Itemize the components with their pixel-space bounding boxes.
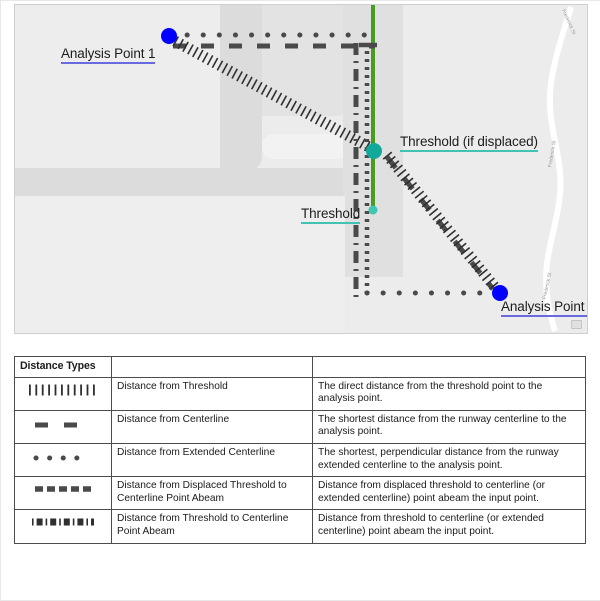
table-header-row: Distance Types bbox=[14, 356, 586, 378]
symbol-thick-short-dash bbox=[20, 480, 106, 498]
table-row: Distance from Extended Centerline The sh… bbox=[14, 442, 586, 478]
table-row: Distance from Displaced Threshold to Cen… bbox=[14, 476, 586, 511]
label-analysis-point-2: Analysis Point 2 bbox=[501, 299, 587, 317]
symbol-dense-tick-hatch bbox=[20, 381, 106, 399]
row-description: Distance from displaced threshold to cen… bbox=[312, 476, 586, 511]
symbol-dash-dot-tick bbox=[20, 513, 106, 531]
row-name: Distance from Displaced Threshold to Cen… bbox=[111, 476, 313, 511]
label-analysis-point-1-text: Analysis Point 1 bbox=[61, 46, 156, 64]
row-description: The direct distance from the threshold p… bbox=[312, 376, 586, 411]
row-name: Distance from Extended Centerline bbox=[111, 442, 313, 478]
apron-mid bbox=[262, 50, 350, 116]
symbol-long-dash bbox=[20, 414, 106, 436]
taxiway-horizontal bbox=[15, 168, 345, 196]
ground-lower-left bbox=[15, 196, 345, 333]
swatch-cell-round-dot bbox=[14, 442, 112, 478]
swatch-cell-dense-tick-hatch bbox=[14, 376, 112, 411]
threshold-marker bbox=[368, 205, 378, 215]
stand-pad bbox=[262, 134, 350, 159]
label-analysis-point-1: Analysis Point 1 bbox=[61, 46, 156, 64]
distance-types-table: Distance Types Distance from Threshold T… bbox=[14, 356, 586, 544]
row-name: Distance from Centerline bbox=[111, 409, 313, 444]
table-row: Distance from Threshold to Centerline Po… bbox=[14, 509, 586, 544]
header-distance-types: Distance Types bbox=[14, 356, 112, 378]
threshold-displaced-marker bbox=[366, 143, 382, 159]
label-threshold-if-displaced-text: Threshold (if displaced) bbox=[400, 134, 538, 152]
row-name: Distance from Threshold to Centerline Po… bbox=[111, 509, 313, 544]
table-row: Distance from Threshold The direct dista… bbox=[14, 376, 586, 411]
analysis-point-1-marker bbox=[161, 28, 177, 44]
label-threshold-text: Threshold bbox=[301, 206, 360, 224]
header-name-blank bbox=[111, 356, 313, 378]
symbol-round-dot bbox=[20, 447, 106, 469]
swatch-cell-dash-dot-tick bbox=[14, 509, 112, 544]
map-panel[interactable]: Frederick St Frederick St Frederick St A… bbox=[14, 4, 588, 334]
row-description: The shortest distance from the runway ce… bbox=[312, 409, 586, 444]
ground-upper-left bbox=[15, 5, 220, 168]
swatch-cell-thick-short-dash bbox=[14, 476, 112, 511]
label-threshold: Threshold bbox=[301, 206, 360, 224]
row-description: Distance from threshold to centerline (o… bbox=[312, 509, 586, 544]
label-analysis-point-2-text: Analysis Point 2 bbox=[501, 299, 587, 317]
legend-table-wrap: Distance Types Distance from Threshold T… bbox=[14, 356, 586, 544]
page-root: Frederick St Frederick St Frederick St A… bbox=[0, 0, 600, 601]
apron-upper bbox=[262, 5, 350, 50]
label-threshold-if-displaced: Threshold (if displaced) bbox=[400, 134, 538, 152]
swatch-cell-long-dash bbox=[14, 409, 112, 444]
row-name: Distance from Threshold bbox=[111, 376, 313, 411]
taxiway-vertical bbox=[220, 5, 262, 171]
table-row: Distance from Centerline The shortest di… bbox=[14, 409, 586, 444]
row-description: The shortest, perpendicular distance fro… bbox=[312, 442, 586, 478]
map-attribution-icon[interactable] bbox=[571, 320, 582, 329]
header-desc-blank bbox=[312, 356, 586, 378]
